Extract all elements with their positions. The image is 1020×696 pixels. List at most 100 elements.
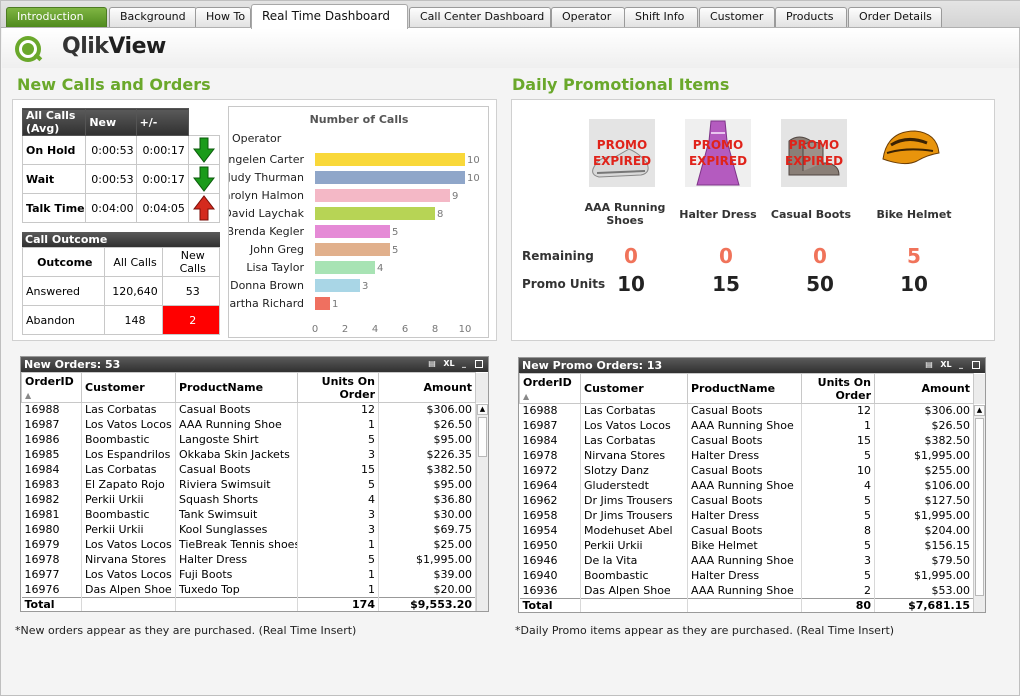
table-cell[interactable]: Boombastic [81,432,176,448]
col-productname[interactable]: ProductName [175,372,298,403]
table-cell[interactable]: 16985 [21,447,82,463]
table-cell[interactable]: 1 [801,418,875,434]
table-cell[interactable]: Dr Jims Trousers [580,493,688,509]
table-row[interactable]: 16987 Los Vatos Locos AAA Running Shoe 1 $26… [519,418,986,434]
kpi-header-all[interactable]: All Calls (Avg) [21,108,87,136]
calls-bar-chart[interactable]: Number of Calls Operator Angelen Carter 1… [216,106,489,338]
promo-item-image[interactable]: PROMO EXPIRED [685,119,751,187]
print-icon[interactable]: ▤ [427,359,437,369]
table-row[interactable]: 16985 Los Espandrilos ... Okkaba Skin Jack… [21,447,489,463]
new-orders-caption[interactable]: New Orders: 53 ▤ XL _ [21,357,488,372]
scroll-up-icon[interactable]: ▲ [974,405,985,416]
table-cell[interactable]: Halter Dress [175,552,298,568]
table-cell[interactable]: TieBreak Tennis shoes [175,537,298,553]
table-cell[interactable]: Casual Boots [687,403,802,419]
table-row[interactable]: 16962 Dr Jims Trousers Casual Boots 5 $127.5… [519,493,986,509]
col-units[interactable]: Units On Order [801,373,875,404]
table-cell[interactable]: AAA Running Shoe [175,417,298,433]
table-cell[interactable]: $382.50 [378,462,476,478]
table-cell[interactable]: $26.50 [874,418,974,434]
tab-background[interactable]: Background [109,7,197,27]
table-cell[interactable]: Kool Sunglasses [175,522,298,538]
table-cell[interactable]: AAA Running Shoe [687,583,802,599]
table-row[interactable]: 16981 Boombastic Tank Swimsuit 3 $30.00 [21,507,489,523]
table-cell[interactable]: 10 [801,463,875,479]
table-cell[interactable]: $306.00 [874,403,974,419]
vertical-scrollbar[interactable]: ▲ [973,405,985,612]
table-cell[interactable]: $36.80 [378,492,476,508]
table-cell[interactable]: Casual Boots [175,402,298,418]
table-cell[interactable]: Las Corbatas [81,402,176,418]
table-cell[interactable]: Gluderstedt [580,478,688,494]
table-cell[interactable]: $95.00 [378,432,476,448]
table-cell[interactable]: Modehuset Abel [580,523,688,539]
table-cell[interactable]: 16946 [519,553,581,569]
table-cell[interactable]: Langoste Shirt [175,432,298,448]
table-cell[interactable]: Slotzy Danz [580,463,688,479]
chart-bar[interactable] [315,261,375,274]
table-cell[interactable]: $382.50 [874,433,974,449]
promo-item-image[interactable] [877,119,943,187]
table-cell[interactable]: $226.35 [378,447,476,463]
table-cell[interactable]: 5 [801,508,875,524]
table-row[interactable]: 16984 Las Corbatas Casual Boots 15 $382.50 [519,433,986,449]
table-cell[interactable]: Las Corbatas [580,433,688,449]
table-row[interactable]: 16940 Boombastic Halter Dress 5 $1,995.00 [519,568,986,584]
table-cell[interactable]: Das Alpen Shoe [81,582,176,598]
table-row[interactable]: 16954 Modehuset Abel Casual Boots 8 $204.00 [519,523,986,539]
table-cell[interactable]: Riviera Swimsuit [175,477,298,493]
table-cell[interactable]: $30.00 [378,507,476,523]
table-cell[interactable]: AAA Running Shoe [687,553,802,569]
table-cell[interactable]: $1,995.00 [874,568,974,584]
table-cell[interactable]: 16972 [519,463,581,479]
call-outcome-caption[interactable]: Call Outcome [22,232,220,247]
table-cell[interactable]: 1 [297,417,379,433]
table-cell[interactable]: 3 [297,447,379,463]
table-row[interactable]: 16982 Perkii Urkii Squash Shorts 4 $36.80 [21,492,489,508]
table-cell[interactable]: 2 [801,583,875,599]
table-cell[interactable]: 16978 [519,448,581,464]
table-cell[interactable]: 4 [801,478,875,494]
table-cell[interactable]: $156.15 [874,538,974,554]
table-cell[interactable]: Tank Swimsuit [175,507,298,523]
table-cell[interactable]: 5 [801,568,875,584]
table-cell[interactable]: $1,995.00 [874,448,974,464]
table-row[interactable]: 16980 Perkii Urkii Kool Sunglasses 3 $69.75 [21,522,489,538]
table-cell[interactable]: 12 [297,402,379,418]
table-cell[interactable]: 15 [801,433,875,449]
table-row[interactable]: 16986 Boombastic Langoste Shirt 5 $95.00 [21,432,489,448]
table-cell[interactable]: El Zapato Rojo [81,477,176,493]
table-cell[interactable]: 16987 [519,418,581,434]
table-cell[interactable]: Las Corbatas [580,403,688,419]
scroll-thumb[interactable] [478,417,487,457]
table-cell[interactable]: De la Vita [580,553,688,569]
col-amount[interactable]: Amount [874,373,974,404]
col-orderid[interactable]: OrderID ▲ [21,372,82,403]
outcome-header-new[interactable]: New Calls [162,247,220,277]
table-cell[interactable]: Bike Helmet [687,538,802,554]
table-cell[interactable]: Los Vatos Locos [81,417,176,433]
table-cell[interactable]: Los Espandrilos ... [81,447,176,463]
kpi-header-new[interactable]: New [85,108,137,136]
table-cell[interactable]: 5 [297,552,379,568]
table-cell[interactable]: Boombastic [580,568,688,584]
table-cell[interactable]: Nirvana Stores [81,552,176,568]
table-cell[interactable]: Halter Dress [687,448,802,464]
table-cell[interactable]: 16983 [21,477,82,493]
table-cell[interactable]: $127.50 [874,493,974,509]
col-customer[interactable]: Customer [81,372,176,403]
xl-icon[interactable]: XL [939,360,953,370]
table-row[interactable]: 16977 Los Vatos Locos Fuji Boots 1 $39.00 [21,567,489,583]
tab-customer[interactable]: Customer [699,7,775,27]
table-cell[interactable]: 5 [297,432,379,448]
table-cell[interactable]: 16980 [21,522,82,538]
table-cell[interactable]: Halter Dress [687,508,802,524]
table-cell[interactable]: $306.00 [378,402,476,418]
print-icon[interactable]: ▤ [924,360,934,370]
tab-operator[interactable]: Operator [551,7,625,27]
table-cell[interactable]: 16979 [21,537,82,553]
new-promo-orders-caption[interactable]: New Promo Orders: 13 ▤ XL _ [519,358,985,373]
table-cell[interactable]: 5 [801,538,875,554]
table-row[interactable]: 16984 Las Corbatas Casual Boots 15 $382.50 [21,462,489,478]
table-cell[interactable]: Squash Shorts [175,492,298,508]
